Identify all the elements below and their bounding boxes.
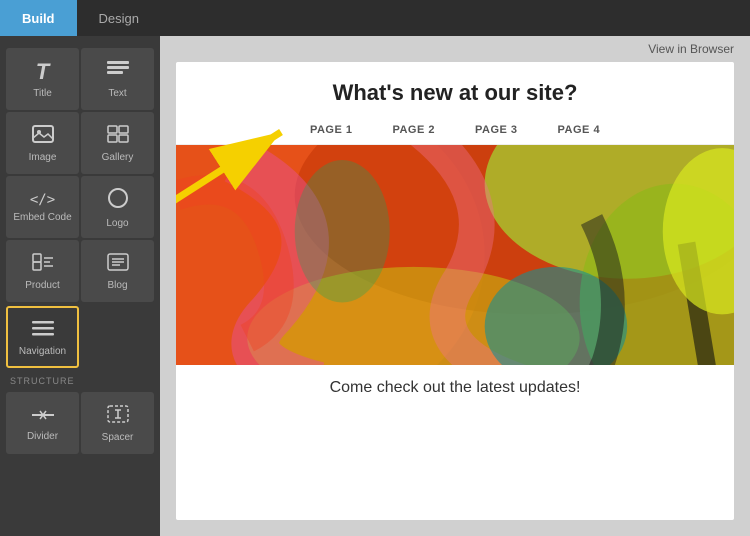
sidebar-item-spacer[interactable]: Spacer: [81, 392, 154, 454]
page-title: What's new at our site?: [196, 80, 714, 106]
main-layout: T Title Text: [0, 36, 750, 536]
structure-grid: Divider Spacer: [0, 390, 160, 456]
sidebar-item-navigation[interactable]: Navigation: [6, 306, 79, 368]
spacer-icon: [107, 405, 129, 427]
top-bar: Build Design: [0, 0, 750, 36]
product-icon: [32, 253, 54, 275]
page-bottom-text: Come check out the latest updates!: [176, 365, 734, 411]
sidebar-item-title[interactable]: T Title: [6, 48, 79, 110]
content-area: View in Browser What's new at our site? …: [160, 36, 750, 536]
navigation-grid: Navigation: [0, 304, 160, 370]
view-in-browser-link[interactable]: View in Browser: [648, 42, 734, 56]
content-top-bar: View in Browser: [160, 36, 750, 62]
page-nav-item-2[interactable]: PAGE 2: [392, 124, 435, 136]
abstract-image: [176, 145, 734, 365]
divider-icon: [32, 406, 54, 426]
sidebar-item-label-embed-code: Embed Code: [13, 212, 71, 223]
sidebar-items-grid: T Title Text: [0, 46, 160, 304]
logo-icon: [107, 187, 129, 213]
text-icon: [107, 61, 129, 84]
sidebar-item-label-blog: Blog: [107, 280, 127, 291]
sidebar-item-product[interactable]: Product: [6, 240, 79, 302]
sidebar-item-label-title: Title: [33, 88, 52, 99]
page-nav-item-4[interactable]: PAGE 4: [558, 124, 601, 136]
page-nav: PAGE 1 PAGE 2 PAGE 3 PAGE 4: [176, 120, 734, 145]
sidebar-item-text[interactable]: Text: [81, 48, 154, 110]
sidebar-item-label-divider: Divider: [27, 431, 58, 442]
tab-build[interactable]: Build: [0, 0, 77, 36]
sidebar-item-blog[interactable]: Blog: [81, 240, 154, 302]
sidebar-item-gallery[interactable]: Gallery: [81, 112, 154, 174]
gallery-icon: [107, 125, 129, 147]
structure-section-label: STRUCTURE: [0, 370, 160, 390]
sidebar-item-divider[interactable]: Divider: [6, 392, 79, 454]
sidebar-item-logo[interactable]: Logo: [81, 176, 154, 238]
page-nav-item-1[interactable]: PAGE 1: [310, 124, 353, 136]
sidebar-item-label-logo: Logo: [106, 218, 128, 229]
sidebar: T Title Text: [0, 36, 160, 536]
page-nav-item-3[interactable]: PAGE 3: [475, 124, 518, 136]
sidebar-item-label-navigation: Navigation: [19, 346, 66, 357]
page-title-area: What's new at our site?: [176, 62, 734, 120]
sidebar-item-label-product: Product: [25, 280, 59, 291]
page-preview: What's new at our site? PAGE 1 PAGE 2 PA…: [176, 62, 734, 520]
sidebar-item-label-text: Text: [108, 88, 126, 99]
navigation-icon: [32, 319, 54, 341]
title-icon: T: [36, 61, 49, 83]
blog-icon: [107, 253, 129, 275]
tab-design[interactable]: Design: [77, 0, 161, 36]
sidebar-item-label-gallery: Gallery: [102, 152, 134, 163]
image-icon: [32, 125, 54, 147]
embed-code-icon: </>: [30, 193, 55, 207]
sidebar-item-embed-code[interactable]: </> Embed Code: [6, 176, 79, 238]
sidebar-item-image[interactable]: Image: [6, 112, 79, 174]
sidebar-item-label-spacer: Spacer: [102, 432, 134, 443]
sidebar-item-label-image: Image: [29, 152, 57, 163]
